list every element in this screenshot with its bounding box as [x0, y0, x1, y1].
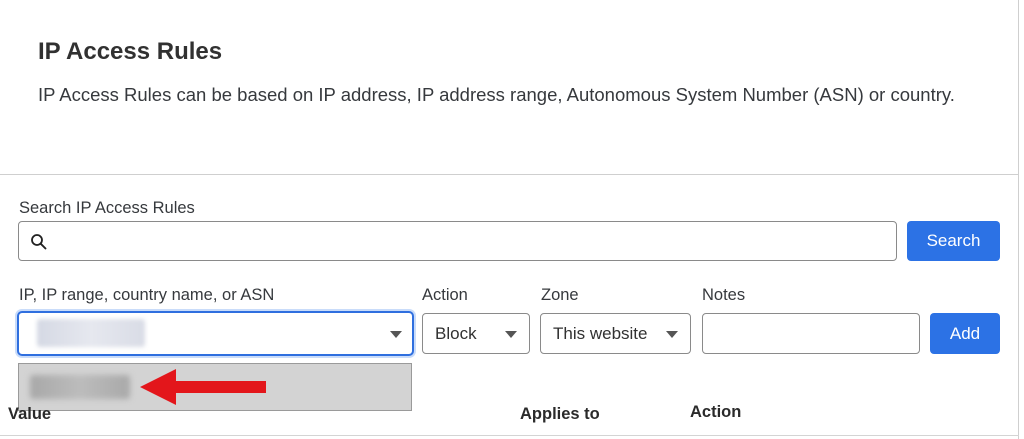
card-border-right [1018, 0, 1019, 439]
chevron-down-icon [505, 331, 517, 338]
search-button[interactable]: Search [907, 221, 1000, 261]
table-header-action[interactable]: Action [690, 403, 741, 422]
search-label: Search IP Access Rules [19, 199, 195, 217]
zone-label: Zone [541, 286, 579, 304]
redacted-ip-value [37, 319, 145, 347]
ip-field-label: IP, IP range, country name, or ASN [19, 286, 275, 304]
ip-combobox[interactable] [17, 311, 414, 356]
zone-select-value: This website [553, 324, 648, 343]
notes-input[interactable] [702, 313, 920, 354]
notes-label: Notes [702, 286, 746, 304]
action-label: Action [422, 286, 468, 304]
arrow-left-icon [140, 369, 266, 405]
chevron-down-icon[interactable] [390, 331, 402, 338]
action-select-value: Block [435, 324, 477, 343]
table-header-applies-to[interactable]: Applies to [520, 405, 600, 424]
section-divider [0, 174, 1019, 175]
table-border-bottom [0, 435, 1019, 436]
chevron-down-icon [666, 331, 678, 338]
search-input[interactable] [18, 221, 897, 261]
page-description: IP Access Rules can be based on IP addre… [38, 84, 955, 105]
redacted-suggestion-value [30, 375, 130, 399]
action-select[interactable]: Block [422, 313, 530, 354]
add-button[interactable]: Add [930, 313, 1000, 354]
zone-select[interactable]: This website [540, 313, 691, 354]
table-header-value[interactable]: Value [8, 405, 51, 424]
page-title: IP Access Rules [38, 38, 223, 65]
search-icon [31, 234, 47, 250]
